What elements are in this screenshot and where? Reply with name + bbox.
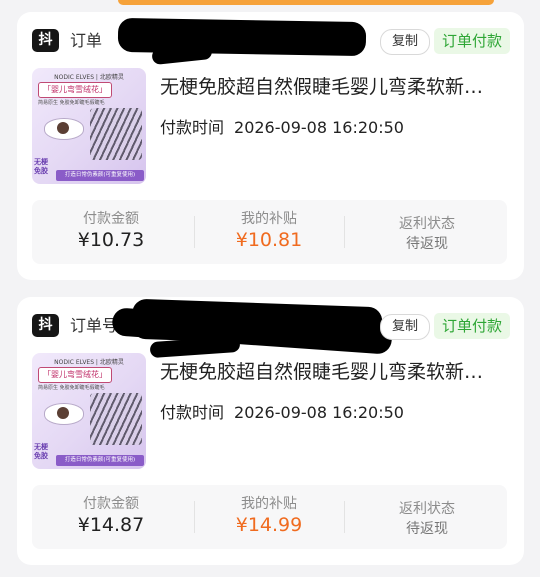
copy-order-button[interactable]: 复制 — [380, 29, 430, 55]
thumbnail-subtitle: 简易原生 免胶免卸睫毛假睫毛 — [38, 100, 105, 106]
rebate-status-value: 待返现 — [406, 236, 448, 252]
subsidy-column: 我的补贴 ¥10.81 — [190, 200, 348, 264]
order-status-badge: 订单付款 — [433, 313, 510, 339]
rebate-status-column: 返利状态 待返现 — [348, 485, 506, 549]
payment-amount-column: 付款金额 ¥14.87 — [32, 485, 190, 549]
thumbnail-side-text: 无梗免胶 — [34, 443, 48, 460]
payment-amount-label: 付款金额 — [83, 496, 139, 512]
pay-time-value: 2026-09-08 16:20:50 — [234, 403, 404, 422]
douyin-platform-icon: 抖 — [32, 314, 59, 337]
thumbnail-brand: NODIC ELVES | 北欧精灵 — [54, 74, 124, 81]
eyelash-tray-graphic — [90, 393, 142, 445]
order-number-label: 订单 — [70, 31, 103, 50]
douyin-platform-icon: 抖 — [32, 29, 59, 52]
product-thumbnail[interactable]: NODIC ELVES | 北欧精灵 「婴儿弯雪绒花」 简易原生 免胶免卸睫毛假… — [32, 353, 146, 469]
thumbnail-title: 「婴儿弯雪绒花」 — [38, 367, 112, 383]
pay-time-label: 付款时间 — [160, 118, 225, 137]
rebate-status-label: 返利状态 — [399, 216, 455, 232]
copy-order-button[interactable]: 复制 — [380, 314, 430, 340]
order-card[interactable]: 抖 订单号 复制 订单付款 NODIC ELVES | 北欧精灵 「婴儿弯雪绒花… — [17, 297, 524, 565]
subsidy-column: 我的补贴 ¥14.99 — [190, 485, 348, 549]
subsidy-value: ¥14.99 — [235, 514, 303, 536]
payment-amount-label: 付款金额 — [83, 211, 139, 227]
order-number-label: 订单号 — [70, 316, 119, 335]
payment-amount-value: ¥10.73 — [77, 229, 145, 251]
thumbnail-side-text: 无梗免胶 — [34, 158, 48, 175]
rebate-status-label: 返利状态 — [399, 501, 455, 517]
thumbnail-subtitle: 简易原生 免胶免卸睫毛假睫毛 — [38, 385, 105, 391]
product-thumbnail[interactable]: NODIC ELVES | 北欧精灵 「婴儿弯雪绒花」 简易原生 免胶免卸睫毛假… — [32, 68, 146, 184]
order-summary-panel: 付款金额 ¥10.73 我的补贴 ¥10.81 返利状态 待返现 — [32, 200, 507, 264]
eyelash-tray-graphic — [90, 108, 142, 160]
eye-graphic — [44, 403, 84, 425]
order-card[interactable]: 抖 订单 复制 订单付款 NODIC ELVES | 北欧精灵 「婴儿弯雪绒花」… — [17, 12, 524, 280]
order-status-badge: 订单付款 — [433, 28, 510, 54]
order-header: 抖 订单 复制 订单付款 — [32, 17, 510, 66]
subsidy-label: 我的补贴 — [241, 211, 297, 227]
pay-time-row: 付款时间 2026-09-08 16:20:50 — [160, 114, 404, 138]
subsidy-label: 我的补贴 — [241, 496, 297, 512]
subsidy-value: ¥10.81 — [235, 229, 303, 251]
column-divider — [344, 501, 345, 533]
rebate-status-value: 待返现 — [406, 521, 448, 537]
column-divider — [344, 216, 345, 248]
pay-time-row: 付款时间 2026-09-08 16:20:50 — [160, 399, 404, 423]
top-banner-strip — [118, 0, 494, 5]
pay-time-value: 2026-09-08 16:20:50 — [234, 118, 404, 137]
order-header: 抖 订单号 复制 订单付款 — [32, 298, 510, 359]
product-title[interactable]: 无梗免胶超自然假睫毛婴儿弯柔软新… — [160, 72, 505, 99]
rebate-status-column: 返利状态 待返现 — [348, 200, 506, 264]
thumbnail-title: 「婴儿弯雪绒花」 — [38, 82, 112, 98]
product-title[interactable]: 无梗免胶超自然假睫毛婴儿弯柔软新… — [160, 357, 505, 384]
thumbnail-brand: NODIC ELVES | 北欧精灵 — [54, 359, 124, 366]
order-summary-panel: 付款金额 ¥14.87 我的补贴 ¥14.99 返利状态 待返现 — [32, 485, 507, 549]
pay-time-label: 付款时间 — [160, 403, 225, 422]
thumbnail-banner: 打造日常伪素颜(可重复使用) — [56, 170, 144, 181]
payment-amount-value: ¥14.87 — [77, 514, 145, 536]
payment-amount-column: 付款金额 ¥10.73 — [32, 200, 190, 264]
thumbnail-banner: 打造日常伪素颜(可重复使用) — [56, 455, 144, 466]
eye-graphic — [44, 118, 84, 140]
